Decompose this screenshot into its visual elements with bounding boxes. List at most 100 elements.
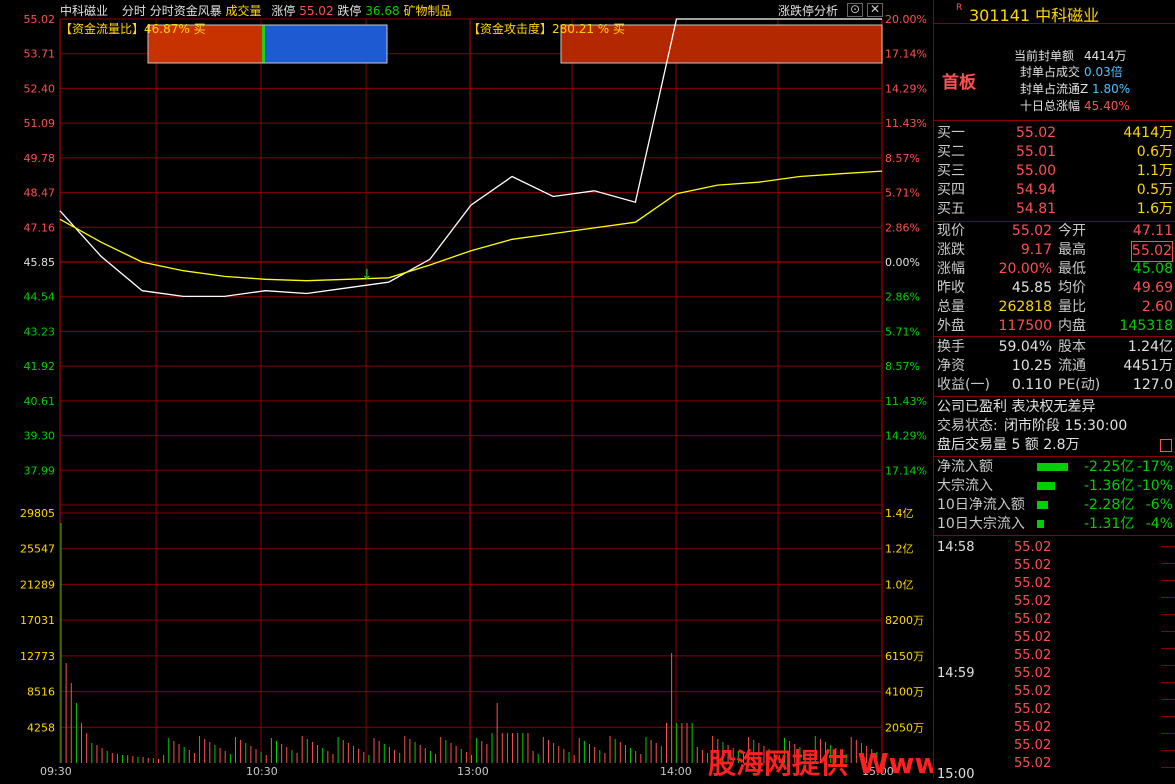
time-tick-label: 14:00: [660, 765, 692, 778]
flow-bar: [1037, 501, 1048, 509]
bid-row[interactable]: 买一 55.02 4414万: [934, 124, 1175, 143]
industry-label[interactable]: 矿物制品: [403, 4, 451, 18]
stat2-label: 股本: [1058, 339, 1086, 355]
tick-marker: [1161, 648, 1175, 649]
volume-amount-label: 1.0亿: [885, 578, 914, 591]
stat-label: 量比: [1058, 299, 1086, 315]
mode-label[interactable]: 分时: [122, 4, 146, 18]
flow-pct: -4%: [1145, 516, 1173, 532]
bid-price: 55.02: [1016, 125, 1057, 141]
flow-value: -2.25亿: [1084, 459, 1135, 475]
divider: [934, 456, 1175, 457]
stat-row: 外盘 117500 内盘 145318: [934, 317, 1175, 336]
tick-marker: [1161, 546, 1175, 547]
stat2-label: PE(动): [1058, 377, 1101, 393]
stat-label: 今开: [1058, 223, 1086, 239]
stat-label: 外盘: [937, 318, 965, 334]
limit-analysis-button[interactable]: 涨跌停分析: [778, 2, 838, 19]
flow-label: 10日大宗流入: [937, 516, 1025, 532]
stat-row: 涨跌 9.17 最高 55.02: [934, 241, 1175, 262]
ten-day-label: 十日总涨幅: [1020, 99, 1081, 113]
stat-label: 最低: [1058, 261, 1086, 277]
tick-row: 55.02: [934, 610, 1175, 629]
pct-tick-label: 17.14%: [885, 464, 927, 477]
volume-amount-label: 6150万: [885, 650, 924, 663]
tick-row: 55.02: [934, 556, 1175, 575]
bid-row[interactable]: 买四 54.94 0.5万: [934, 181, 1175, 200]
bid-volume: 4414万: [1123, 125, 1173, 141]
divider: [934, 120, 1175, 121]
stat2-value: 1.24亿: [1127, 339, 1173, 355]
flow-row: 10日净流入额 -2.28亿 -6%: [934, 496, 1175, 515]
price-tick-label: 48.47: [24, 187, 56, 200]
flow-bar: [1037, 520, 1044, 528]
pct-tick-label: 11.43%: [885, 117, 927, 130]
stat-row: 现价 55.02 今开 47.11: [934, 222, 1175, 241]
average-price-line: [59, 170, 883, 282]
chart-canvas[interactable]: 55.02 20.00% 53.71 17.14% 52.40 14.29% 51.09 11…: [0, 0, 933, 778]
divider: [934, 396, 1175, 397]
attack-label: 【资金攻击度】280.21 % 买: [468, 22, 626, 36]
price-tick-label: 43.23: [24, 325, 56, 338]
volume-tick-label: 21289: [20, 578, 55, 591]
stat-value: 45.85: [1011, 280, 1052, 296]
divider: [934, 535, 1175, 536]
stat-value: 145318: [1119, 318, 1173, 334]
stat-value: 2.60: [1141, 299, 1173, 315]
bid-row[interactable]: 买三 55.00 1.1万: [934, 162, 1175, 181]
status-value: 闭市阶段 15:30:00: [1004, 418, 1128, 434]
stock-name-label: 中科磁业: [60, 4, 109, 18]
stat2-label: 换手: [937, 339, 965, 355]
flow-label: 大宗流入: [937, 478, 993, 494]
tick-row: 55.02: [934, 664, 1175, 683]
stat-value: 9.17: [1020, 242, 1052, 258]
flow-row: 净流入额 -2.25亿 -17%: [934, 458, 1175, 477]
bid-row[interactable]: 买五 54.81 1.6万: [934, 200, 1175, 219]
price-tick-label: 40.61: [24, 395, 56, 408]
price-tick-label: 45.85: [24, 256, 56, 269]
pct-tick-label: 5.71%: [885, 325, 920, 338]
tick-row: 55.02: [934, 538, 1175, 557]
close-icon[interactable]: ✕: [867, 3, 883, 17]
stat-label: 现价: [937, 223, 965, 239]
stat2-value: 0.110: [1011, 377, 1052, 393]
stat-value: 262818: [998, 299, 1052, 315]
notice-row: 公司已盈利 表决权无差异: [934, 398, 1175, 417]
flow-pct: -6%: [1145, 497, 1173, 513]
indicator-label[interactable]: 分时资金风暴: [150, 4, 222, 18]
tick-row: 55.02: [934, 646, 1175, 665]
bid-label: 买一: [937, 125, 965, 141]
stat2-label: 净资: [937, 358, 965, 374]
time-tick-label: 10:30: [246, 765, 278, 778]
tick-marker: [1161, 716, 1175, 717]
tick-price: 55.02: [1014, 612, 1052, 627]
tick-price: 55.02: [1014, 720, 1052, 735]
price-tick-label: 51.09: [24, 117, 56, 130]
price-tick-label: 49.78: [24, 152, 56, 165]
bid-label: 买五: [937, 201, 965, 217]
stat-value: 55.02: [1130, 241, 1173, 262]
volume-tick-label: 29805: [20, 507, 55, 520]
stat-label: 最高: [1058, 242, 1086, 258]
tick-marker: [1161, 631, 1175, 632]
stat-value: 55.02: [1011, 223, 1052, 239]
tick-row: 55.02: [934, 736, 1175, 755]
bid-label: 买三: [937, 163, 965, 179]
volume-tick-label: 25547: [20, 543, 55, 556]
price-tick-label: 55.02: [24, 13, 56, 26]
bid-row[interactable]: 买二 55.01 0.6万: [934, 143, 1175, 162]
price-tick-label: 44.54: [24, 291, 56, 304]
seal-amount-value: 4414万: [1084, 49, 1127, 63]
bid-volume: 0.5万: [1136, 182, 1173, 198]
tick-marker: [1161, 767, 1175, 768]
intraday-chart[interactable]: 55.02 20.00% 53.71 17.14% 52.40 14.29% 51.09 11…: [0, 0, 1175, 780]
tick-marker: [1161, 614, 1175, 615]
tick-row: 55.02: [934, 718, 1175, 737]
pct-tick-label: 14.29%: [885, 82, 927, 95]
restore-icon[interactable]: ⊙: [847, 3, 863, 17]
price-tick-label: 53.71: [24, 48, 56, 61]
chart-small-icon[interactable]: [1160, 439, 1172, 452]
board-label: 首板: [942, 73, 976, 93]
seal-vol-value: 0.03倍: [1084, 65, 1123, 79]
tick-marker: [1161, 750, 1175, 751]
